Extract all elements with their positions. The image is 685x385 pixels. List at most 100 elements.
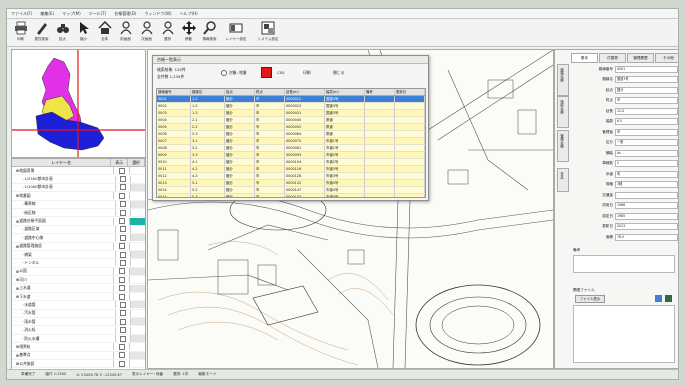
column-header[interactable]: 路線番号: [157, 89, 191, 95]
table-row[interactable]: 0012 4-3 國分市 0000128 市道3号: [157, 173, 425, 180]
layer-select-cell[interactable]: [130, 318, 145, 326]
info-search-button[interactable]: 情報検索: [200, 19, 219, 45]
layer-select-cell[interactable]: [129, 351, 145, 359]
grid-icon[interactable]: [665, 295, 672, 302]
side-tab-photo[interactable]: 写真: [557, 168, 569, 192]
table-row[interactable]: 0008 3-2 國分市 0000081 市道1号: [157, 145, 425, 152]
layer-select-cell[interactable]: [129, 192, 145, 200]
table-row[interactable]: 0013 5-1 國分市 0000132 市道4号: [157, 180, 425, 187]
column-header[interactable]: 備考: [365, 89, 395, 95]
layer-row[interactable]: · 1/1000都市計画: [12, 183, 145, 193]
layer-row[interactable]: · 水道管: [12, 301, 145, 310]
layer-visible-checkbox[interactable]: [113, 351, 129, 359]
layer-visible-checkbox[interactable]: [115, 183, 130, 191]
layer-row[interactable]: · 道路区域: [12, 225, 145, 235]
layer-visible-checkbox[interactable]: [115, 259, 130, 267]
field-value[interactable]: 一般: [615, 139, 678, 146]
table-row[interactable]: 0007 3-1 國分市 0000075 市道1号: [157, 138, 425, 145]
layer-select-cell[interactable]: [130, 175, 145, 183]
layer-select-cell[interactable]: [130, 326, 145, 334]
layer-visible-checkbox[interactable]: [113, 192, 129, 200]
table-row[interactable]: 0014 5-2 國分市 0000147 市道4号: [157, 187, 425, 194]
menu-tool[interactable]: ツール(T): [89, 11, 107, 17]
menu-ledger[interactable]: 台帳管理(D): [114, 11, 136, 17]
field-value[interactable]: 12.0: [615, 107, 678, 115]
layer-select-cell[interactable]: [129, 167, 145, 175]
field-value[interactable]: 2: [615, 160, 678, 167]
field-value[interactable]: As: [615, 149, 678, 157]
layer-select-cell[interactable]: [129, 343, 145, 351]
table-row[interactable]: 0003 1-3 國分市 0000031 国道3号: [157, 110, 425, 117]
field-value[interactable]: 1988: [615, 202, 678, 209]
field-value[interactable]: -: [615, 191, 678, 199]
zoom-in-button[interactable]: 拡大: [53, 19, 72, 45]
table-row[interactable]: 0006 2-3 國分市 0000064 県道: [157, 131, 425, 138]
table-row[interactable]: 0010 4-1 國分市 0000104 市道2号: [157, 159, 425, 166]
layer-visible-checkbox[interactable]: [113, 276, 129, 284]
overview-map[interactable]: [11, 49, 146, 158]
field-value[interactable]: 0001: [615, 65, 678, 73]
layer-visible-checkbox[interactable]: [115, 209, 130, 217]
tab-history[interactable]: 管理履歴: [627, 53, 654, 63]
layer-row[interactable]: · 道路中心線: [12, 234, 145, 243]
attribute-search-button[interactable]: 属性検索: [32, 19, 51, 45]
layer-visible-checkbox[interactable]: [115, 326, 130, 334]
table-row[interactable]: 0015 5-3 國分市 0000155 市道5号: [157, 194, 425, 197]
column-header[interactable]: 路線名: [191, 89, 225, 95]
memo-field[interactable]: [573, 255, 675, 273]
tab-other[interactable]: その他: [655, 53, 678, 63]
field-value[interactable]: 6.5: [615, 118, 678, 125]
layer-row[interactable]: · 筆界線: [12, 200, 145, 209]
layer-select-cell[interactable]: [129, 242, 145, 250]
layer-select-cell[interactable]: [130, 301, 145, 309]
layer-row[interactable]: ⊞ 下水道: [12, 293, 145, 302]
column-header[interactable]: 更新日: [395, 89, 425, 95]
table-row[interactable]: 0011 4-2 國分市 0000116 市道3号: [157, 166, 425, 173]
side-tab-facility[interactable]: 施設台帳: [557, 96, 569, 128]
table-row[interactable]: 0004 2-1 國分市 0000045 県道: [157, 117, 425, 124]
image-icon[interactable]: [655, 295, 662, 302]
field-value[interactable]: 78.0: [615, 233, 678, 241]
layer-row[interactable]: · 1/2500都市計画: [12, 175, 145, 184]
layer-row[interactable]: ⊞ 基準点: [12, 351, 145, 360]
layer-row[interactable]: ⊞ 境界杭: [12, 343, 145, 352]
layer-select-cell[interactable]: [129, 293, 145, 301]
layer-row[interactable]: ⊞ 地番図: [12, 192, 145, 201]
field-value[interactable]: 有: [615, 170, 678, 178]
layer-visible-checkbox[interactable]: [113, 167, 129, 175]
layer-row[interactable]: ⊞ 公共施設: [12, 360, 145, 369]
layer-visible-checkbox[interactable]: [115, 318, 130, 326]
layer-select-cell[interactable]: [129, 276, 145, 284]
layer-row[interactable]: · 雨水管: [12, 318, 145, 327]
layer-select-cell[interactable]: [130, 234, 145, 242]
system-settings-button[interactable]: システム設定: [253, 19, 283, 45]
layer-select-cell[interactable]: [130, 225, 145, 233]
column-header[interactable]: 起点: [225, 89, 255, 95]
layer-row[interactable]: ⊞ 上水道: [12, 284, 145, 293]
layer-visible-checkbox[interactable]: [115, 309, 130, 317]
layer-visible-checkbox[interactable]: [113, 217, 129, 225]
menu-file[interactable]: ファイル(F): [11, 11, 32, 17]
tab-accessories[interactable]: 付属物: [599, 53, 626, 63]
field-value[interactable]: 2013: [615, 223, 678, 230]
select-button[interactable]: 選択: [158, 19, 177, 45]
layer-select-cell[interactable]: [129, 360, 145, 368]
field-value[interactable]: 市: [615, 128, 678, 136]
layer-visible-checkbox[interactable]: [113, 360, 129, 368]
layer-row[interactable]: · トンネル: [12, 259, 145, 268]
previous-view-button[interactable]: 前画面: [116, 19, 135, 45]
menu-map[interactable]: マップ(M): [62, 11, 81, 17]
layer-row[interactable]: · 橋梁: [12, 251, 145, 260]
table-row[interactable]: 0002 1-2 國分市 0000023 国道3号: [157, 103, 425, 110]
column-header[interactable]: 延長(m): [285, 89, 325, 95]
layer-select-cell[interactable]: [130, 309, 145, 317]
layer-row[interactable]: · 防火水槽: [12, 335, 145, 344]
target-radio[interactable]: 対象: 地番: [221, 70, 247, 76]
menu-help[interactable]: ヘルプ(H): [180, 11, 198, 17]
table-row[interactable]: 0009 3-3 國分市 0000093 市道2号: [157, 152, 425, 159]
layer-visible-checkbox[interactable]: [113, 284, 129, 292]
menu-edit[interactable]: 編集(E): [40, 11, 54, 17]
field-value[interactable]: 国道3号: [615, 76, 678, 83]
layer-row[interactable]: ⊞ 道路管理施設: [12, 242, 145, 251]
layer-row[interactable]: · 汚水管: [12, 309, 145, 319]
